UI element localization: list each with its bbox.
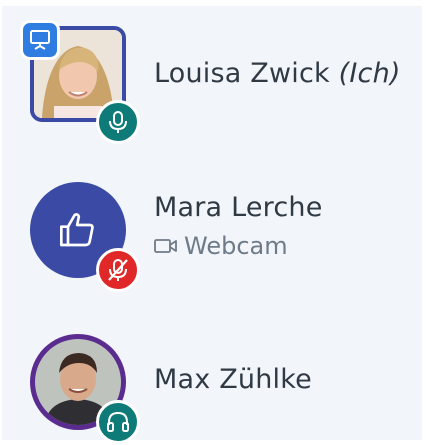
- participant-name: Mara Lerche: [154, 192, 323, 223]
- status-badge[interactable]: [96, 248, 140, 292]
- participant-item-max[interactable]: Max Zühlke: [2, 6, 422, 444]
- thumbs-up-icon: [60, 213, 94, 247]
- participants-panel: Louisa Zwick (Ich) Mara Lerche Webcam Ma…: [2, 6, 422, 444]
- microphone-muted-icon: [108, 259, 128, 281]
- participant-sub-label: Webcam: [154, 232, 288, 260]
- status-badge[interactable]: [96, 400, 140, 444]
- participant-name: Max Zühlke: [154, 364, 312, 395]
- webcam-icon: [154, 239, 177, 253]
- webcam-label: Webcam: [184, 232, 288, 260]
- headphones-icon: [107, 411, 129, 432]
